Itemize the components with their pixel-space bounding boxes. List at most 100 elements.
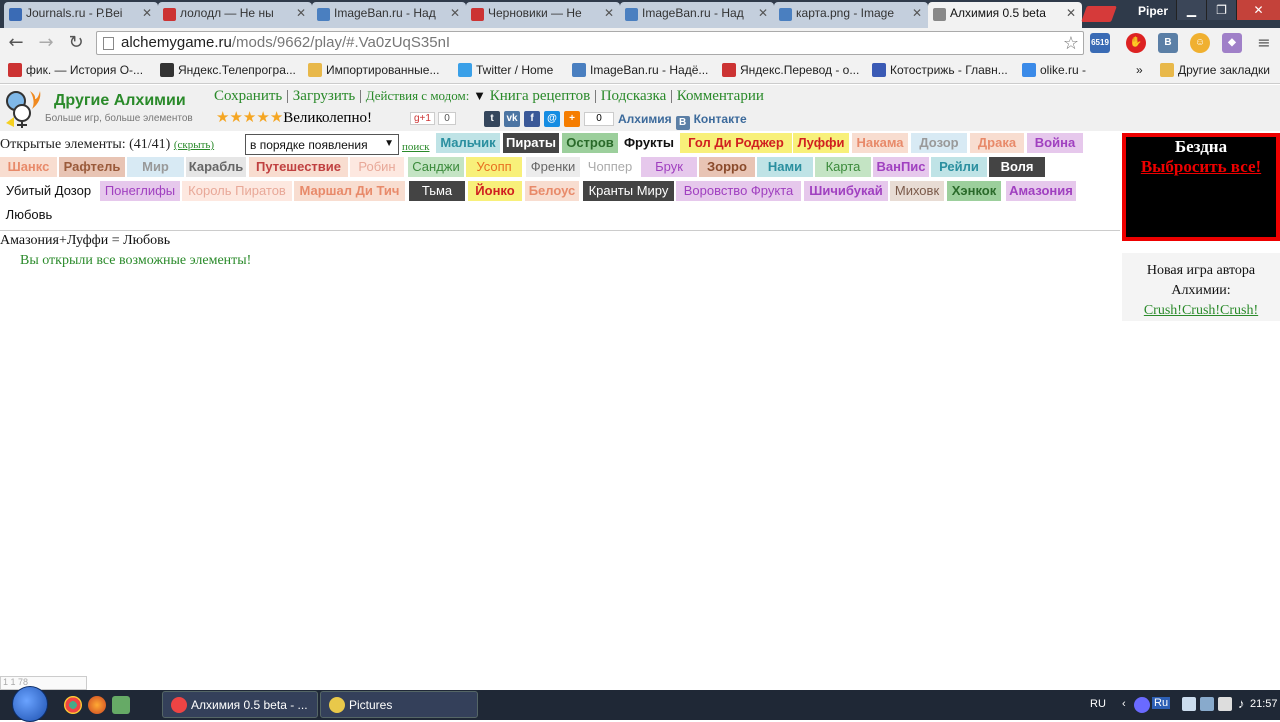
language-indicator[interactable]: RU [1090,698,1106,710]
tab-close-icon[interactable]: ✕ [296,6,306,20]
element-tile[interactable]: Рейли [931,157,987,177]
element-tile[interactable]: ВанПис [873,157,929,177]
element-tile[interactable]: Путешествие [249,157,348,177]
tab-close-icon[interactable]: ✕ [758,6,768,20]
utility-icon[interactable] [112,696,130,714]
reload-icon[interactable]: ↻ [64,32,88,54]
forward-arrow-icon[interactable]: → [34,32,58,54]
element-tile[interactable]: Брук [641,157,697,177]
element-tile[interactable]: Фрукты [620,133,678,153]
element-tile[interactable]: Шичибукай [804,181,888,201]
element-tile[interactable]: Накама [852,133,908,153]
element-tile[interactable]: Йонко [468,181,522,201]
element-tile[interactable]: Любовь [0,205,58,225]
element-tile[interactable]: Маршал Ди Тич [294,181,405,201]
element-tile[interactable]: Френки [526,157,580,177]
browser-tab[interactable]: Алхимия 0.5 beta ✕ [928,2,1082,28]
element-tile[interactable]: Пираты [503,133,559,153]
clock[interactable]: 21:57 [1250,698,1278,710]
facebook-icon[interactable]: f [524,111,540,127]
element-tile[interactable]: Драка [970,133,1024,153]
element-tile[interactable]: Остров [562,133,618,153]
tray-expand-icon[interactable]: ‹ [1122,698,1126,710]
element-tile[interactable]: Война [1027,133,1083,153]
element-tile[interactable]: Кранты Миру [583,181,674,201]
element-tile[interactable]: Воля [989,157,1045,177]
ime-icon[interactable] [1134,697,1150,713]
vk-extension-icon[interactable]: B [1158,33,1178,53]
hint-link[interactable]: Подсказка [601,88,667,104]
recipes-link[interactable]: Книга рецептов [490,88,590,104]
load-link[interactable]: Загрузить [293,88,355,104]
element-tile[interactable]: Понеглифы [100,181,180,201]
rating-star-icon[interactable]: ★ [270,108,283,126]
minimize-icon[interactable]: ▁ [1176,0,1206,20]
browser-tab[interactable]: Черновики — Не ✕ [466,2,620,28]
vk-group-link[interactable]: Алхимия B Контакте [618,112,747,130]
element-tile[interactable]: Миховк [890,181,944,201]
discard-all-button[interactable]: Выбросить все! [1126,157,1276,177]
sort-order-select[interactable]: в порядке появления ▼ [245,134,399,155]
tab-close-icon[interactable]: ✕ [1066,6,1076,20]
element-tile[interactable]: Зорро [699,157,755,177]
element-tile[interactable]: Дозор [911,133,967,153]
save-link[interactable]: Сохранить [214,88,282,104]
element-tile[interactable]: Мальчик [436,133,500,153]
other-bookmarks-folder[interactable]: Другие закладки [1160,63,1270,77]
tab-close-icon[interactable]: ✕ [450,6,460,20]
bookmark-item[interactable]: Импортированные... [308,63,439,77]
adblock-icon[interactable]: ✋ [1126,33,1146,53]
element-tile[interactable]: Луффи [793,133,849,153]
share-plus-icon[interactable]: + [564,111,580,127]
maximize-icon[interactable]: ❐ [1206,0,1236,20]
search-link[interactable]: поиск [402,141,430,153]
volume-icon[interactable]: ♪ [1238,696,1245,711]
element-tile[interactable]: Воровство Фрукта [676,181,801,201]
puzzle-extension-icon[interactable]: ◆ [1222,33,1242,53]
rating-star-icon[interactable]: ★ [229,108,242,126]
element-tile[interactable]: Белоус [525,181,579,201]
bookmark-item[interactable]: Яндекс.Перевод - о... [722,63,859,77]
element-tile[interactable]: Амазония [1006,181,1076,201]
element-tile[interactable]: Чоппер [582,157,638,177]
bookmark-star-icon[interactable]: ☆ [1063,33,1079,54]
element-tile[interactable]: Санджи [408,157,464,177]
back-arrow-icon[interactable]: ← [4,32,28,54]
vk-share-icon[interactable]: vk [504,111,520,127]
hide-link[interactable]: (скрыть) [174,139,214,151]
browser-tab[interactable]: ImageBan.ru - Над ✕ [620,2,774,28]
tab-close-icon[interactable]: ✕ [604,6,614,20]
new-tab-button[interactable] [1081,6,1117,22]
smiley-extension-icon[interactable]: ☺ [1190,33,1210,53]
element-tile[interactable]: Карабль [186,157,246,177]
element-tile[interactable]: Хэнкок [947,181,1001,201]
element-tile[interactable]: Гол Ди Роджер [680,133,792,153]
element-tile[interactable]: Мир [127,157,184,177]
tab-close-icon[interactable]: ✕ [142,6,152,20]
element-tile[interactable]: Убитый Дозор [0,181,97,201]
element-tile[interactable]: Рафтель [59,157,125,177]
bookmark-item[interactable]: olike.ru - [1022,63,1086,77]
bookmark-item[interactable]: ImageBan.ru - Надё... [572,63,708,77]
comments-link[interactable]: Комментарии [677,88,764,104]
browser-tab[interactable]: карта.png - Image ✕ [774,2,928,28]
firefox-icon[interactable] [88,696,106,714]
tumblr-icon[interactable]: t [484,111,500,127]
element-tile[interactable]: Нами [757,157,813,177]
element-tile[interactable]: Карта [815,157,871,177]
bookmark-item[interactable]: Яндекс.Телепрогра... [160,63,296,77]
rating-star-icon[interactable]: ★ [256,108,269,126]
corner-widget[interactable]: 1 1 78 [0,676,87,690]
taskbar-task[interactable]: Алхимия 0.5 beta - ... [162,691,318,718]
counter-extension-icon[interactable]: 6519 [1090,33,1110,53]
ime-label[interactable]: Ru [1152,697,1171,709]
bookmark-item[interactable]: Котострижь - Главн... [872,63,1008,77]
bookmark-item[interactable]: фик. — История О-... [8,63,143,77]
network-icon[interactable] [1182,697,1196,711]
start-button[interactable] [12,686,48,722]
chrome-icon[interactable] [64,696,82,714]
display-icon[interactable] [1218,697,1232,711]
browser-tab[interactable]: Journals.ru - Р.Веi ✕ [4,2,158,28]
tab-close-icon[interactable]: ✕ [912,6,922,20]
mod-actions-dropdown-icon[interactable]: ▼ [473,88,486,103]
